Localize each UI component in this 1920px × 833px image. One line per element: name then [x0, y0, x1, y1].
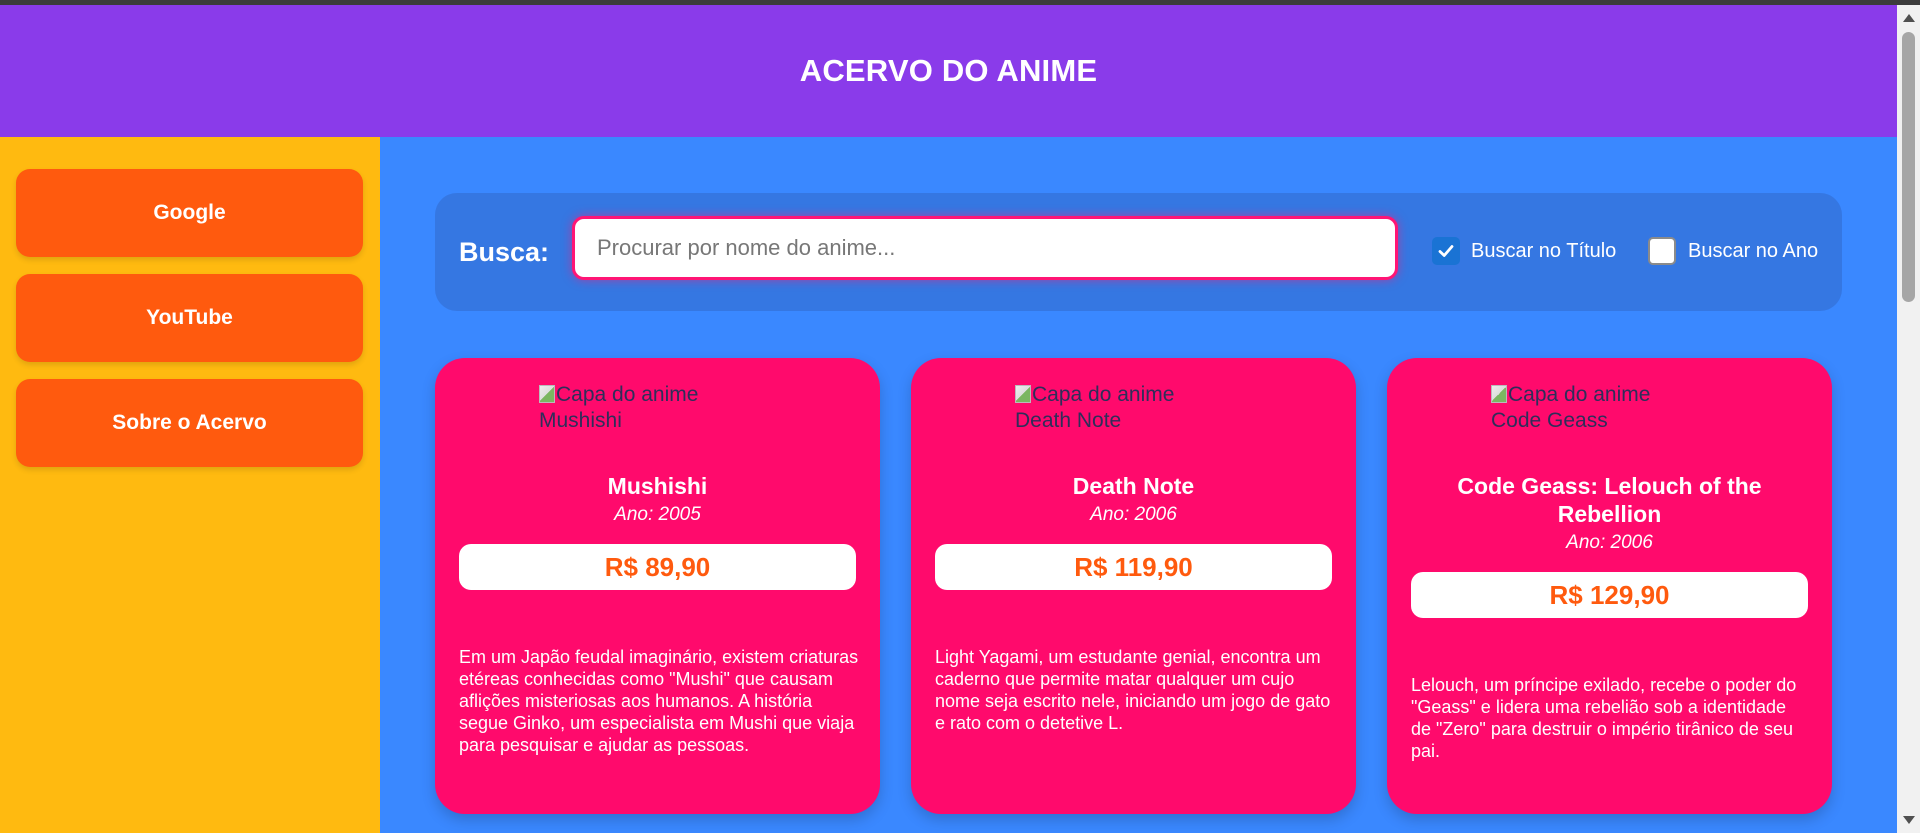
anime-year: Ano: 2005	[614, 504, 701, 525]
anime-card-code-geass: Capa do anime Code Geass Code Geass: Lel…	[1387, 358, 1832, 814]
search-year-checkbox[interactable]	[1648, 237, 1676, 265]
anime-title: Code Geass: Lelouch of the Rebellion	[1457, 473, 1762, 527]
anime-title: Death Note	[1072, 473, 1195, 499]
sidebar-item-youtube[interactable]: YouTube	[16, 274, 363, 362]
anime-cover-image: Capa do anime Death Note	[1015, 382, 1215, 438]
cover-alt-text: Capa do anime Mushishi	[539, 383, 699, 432]
page-header: ACERVO DO ANIME	[0, 5, 1897, 137]
scrollbar-thumb[interactable]	[1902, 32, 1915, 302]
search-title-checkbox[interactable]	[1432, 237, 1460, 265]
checkmark-icon	[1438, 245, 1454, 257]
anime-description: Em um Japão feudal imaginário, existem c…	[459, 647, 859, 755]
anime-title: Mushishi	[607, 473, 708, 499]
price-tag: R$ 89,90	[459, 544, 856, 590]
sidebar-item-sobre-o-acervo[interactable]: Sobre o Acervo	[16, 379, 363, 467]
anime-card-death-note: Capa do anime Death Note Death Note Ano:…	[911, 358, 1356, 814]
anime-description: Lelouch, um príncipe exilado, recebe o p…	[1411, 675, 1797, 761]
price-tag: R$ 129,90	[1411, 572, 1808, 618]
search-year-label: Buscar no Ano	[1688, 240, 1819, 262]
search-title-label: Buscar no Título	[1471, 240, 1617, 262]
main-content: Busca: Buscar no Título Buscar no Ano Ca…	[380, 137, 1897, 833]
scroll-down-icon[interactable]	[1903, 816, 1915, 824]
broken-image-icon	[1491, 385, 1507, 403]
search-input[interactable]	[572, 216, 1398, 280]
anime-year: Ano: 2006	[1566, 532, 1653, 553]
anime-card-mushishi: Capa do anime Mushishi Mushishi Ano: 200…	[435, 358, 880, 814]
anime-description: Light Yagami, um estudante genial, encon…	[935, 647, 1331, 733]
sidebar: Google YouTube Sobre o Acervo	[0, 137, 380, 833]
cover-alt-text: Capa do anime Code Geass	[1491, 383, 1651, 432]
broken-image-icon	[1015, 385, 1031, 403]
price-tag: R$ 119,90	[935, 544, 1332, 590]
sidebar-item-google[interactable]: Google	[16, 169, 363, 257]
search-label: Busca:	[459, 237, 550, 267]
search-panel: Busca: Buscar no Título Buscar no Ano	[435, 193, 1842, 311]
vertical-scrollbar[interactable]	[1897, 5, 1920, 833]
anime-year: Ano: 2006	[1090, 504, 1177, 525]
scroll-up-icon[interactable]	[1903, 14, 1915, 22]
broken-image-icon	[539, 385, 555, 403]
anime-cover-image: Capa do anime Mushishi	[539, 382, 739, 438]
anime-cover-image: Capa do anime Code Geass	[1491, 382, 1691, 438]
cover-alt-text: Capa do anime Death Note	[1015, 383, 1175, 432]
page-title: ACERVO DO ANIME	[799, 53, 1098, 88]
